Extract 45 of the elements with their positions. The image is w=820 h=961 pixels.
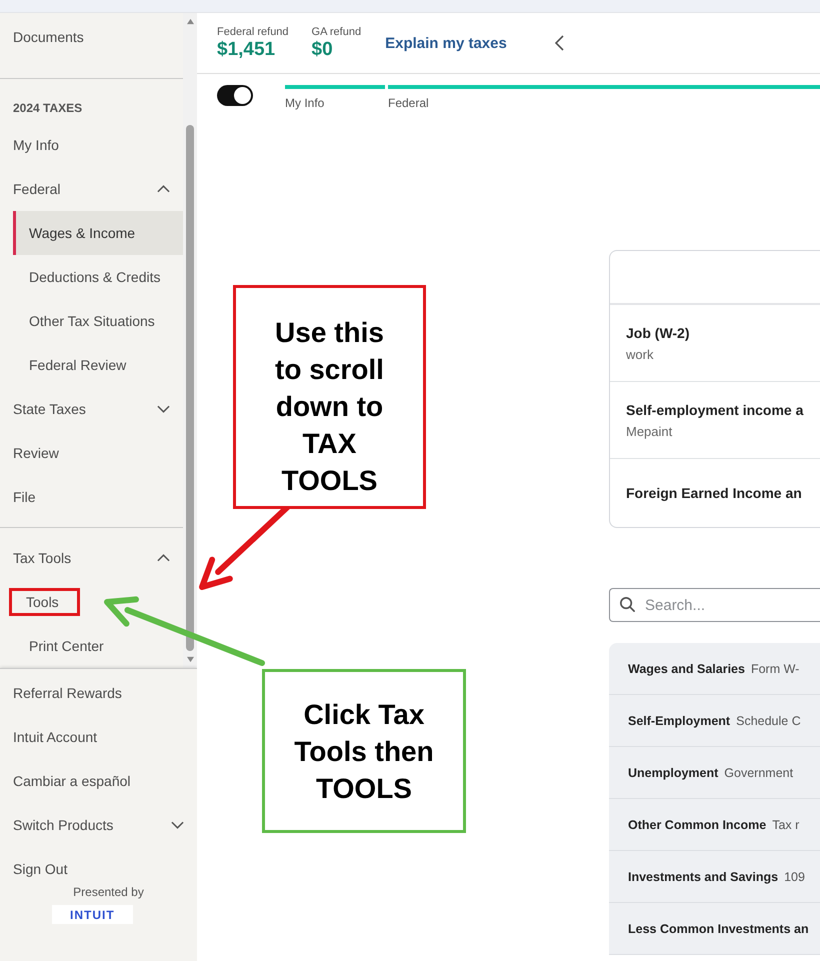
nav-item[interactable]: Documents — [0, 27, 183, 65]
nav-item[interactable]: Switch Products — [0, 803, 197, 847]
nav-item[interactable]: Review — [0, 431, 183, 475]
category-row[interactable]: Self-Employment Schedule C — [609, 695, 820, 747]
nav-item[interactable]: Intuit Account — [0, 715, 197, 759]
refund-amount: $1,451 — [217, 38, 276, 60]
toggle-switch[interactable] — [217, 85, 253, 106]
nav-item[interactable]: Deductions & Credits — [13, 255, 183, 299]
step-label: My Info — [285, 96, 326, 110]
nav-item[interactable]: Other Tax Situations — [13, 299, 183, 343]
income-row[interactable]: Job (W-2) work — [610, 305, 820, 382]
scroll-down-arrow-icon[interactable] — [186, 656, 194, 663]
callout-note: Use this to scroll down to TAX TOOLS — [233, 285, 426, 509]
refund-label: GA refund — [312, 26, 362, 38]
nav-item[interactable]: Tax Tools — [0, 536, 183, 580]
search-field[interactable]: Search... — [609, 588, 820, 622]
logo: INTUIT — [52, 905, 133, 924]
nav-item[interactable]: Print Center — [13, 624, 183, 668]
search-icon — [619, 596, 636, 613]
category-row[interactable]: Unemployment Government — [609, 747, 820, 799]
nav-item[interactable]: My Info — [0, 123, 183, 167]
category-row[interactable]: Wages and Salaries Form W- — [609, 643, 820, 695]
nav-item[interactable]: Tools — [0, 580, 183, 624]
nav-item[interactable]: State Taxes — [0, 387, 183, 431]
refund-label: Federal refund — [217, 26, 289, 38]
category-row[interactable]: Other Common Income Tax r — [609, 799, 820, 851]
nav-item[interactable]: File — [0, 475, 183, 519]
income-row[interactable]: Foreign Earned Income an — [610, 459, 820, 527]
nav-item[interactable]: Wages & Income — [13, 211, 183, 255]
nav-item[interactable]: Cambiar a español — [0, 759, 197, 803]
highlight-outline: Tools — [9, 588, 80, 616]
chevron-left-icon[interactable] — [554, 35, 564, 51]
nav-item[interactable]: Referral Rewards — [0, 671, 197, 715]
nav-item[interactable]: Federal — [0, 167, 183, 211]
category-row[interactable]: Investments and Savings 109 — [609, 851, 820, 903]
explain-link[interactable]: Explain my taxes — [385, 34, 507, 52]
refund-amount: $0 — [312, 38, 334, 60]
nav-item[interactable]: Federal Review — [13, 343, 183, 387]
presented-by-text: Presented by — [72, 885, 145, 899]
income-row[interactable]: Self-employment income a Mepaint — [610, 382, 820, 459]
category-row[interactable]: Less Common Investments an — [609, 903, 820, 955]
callout-note: Click Tax Tools then TOOLS — [262, 669, 466, 833]
section-title: 2024 TAXES — [12, 100, 84, 117]
scroll-up-arrow-icon[interactable] — [186, 18, 194, 25]
step-label: Federal — [388, 96, 430, 110]
